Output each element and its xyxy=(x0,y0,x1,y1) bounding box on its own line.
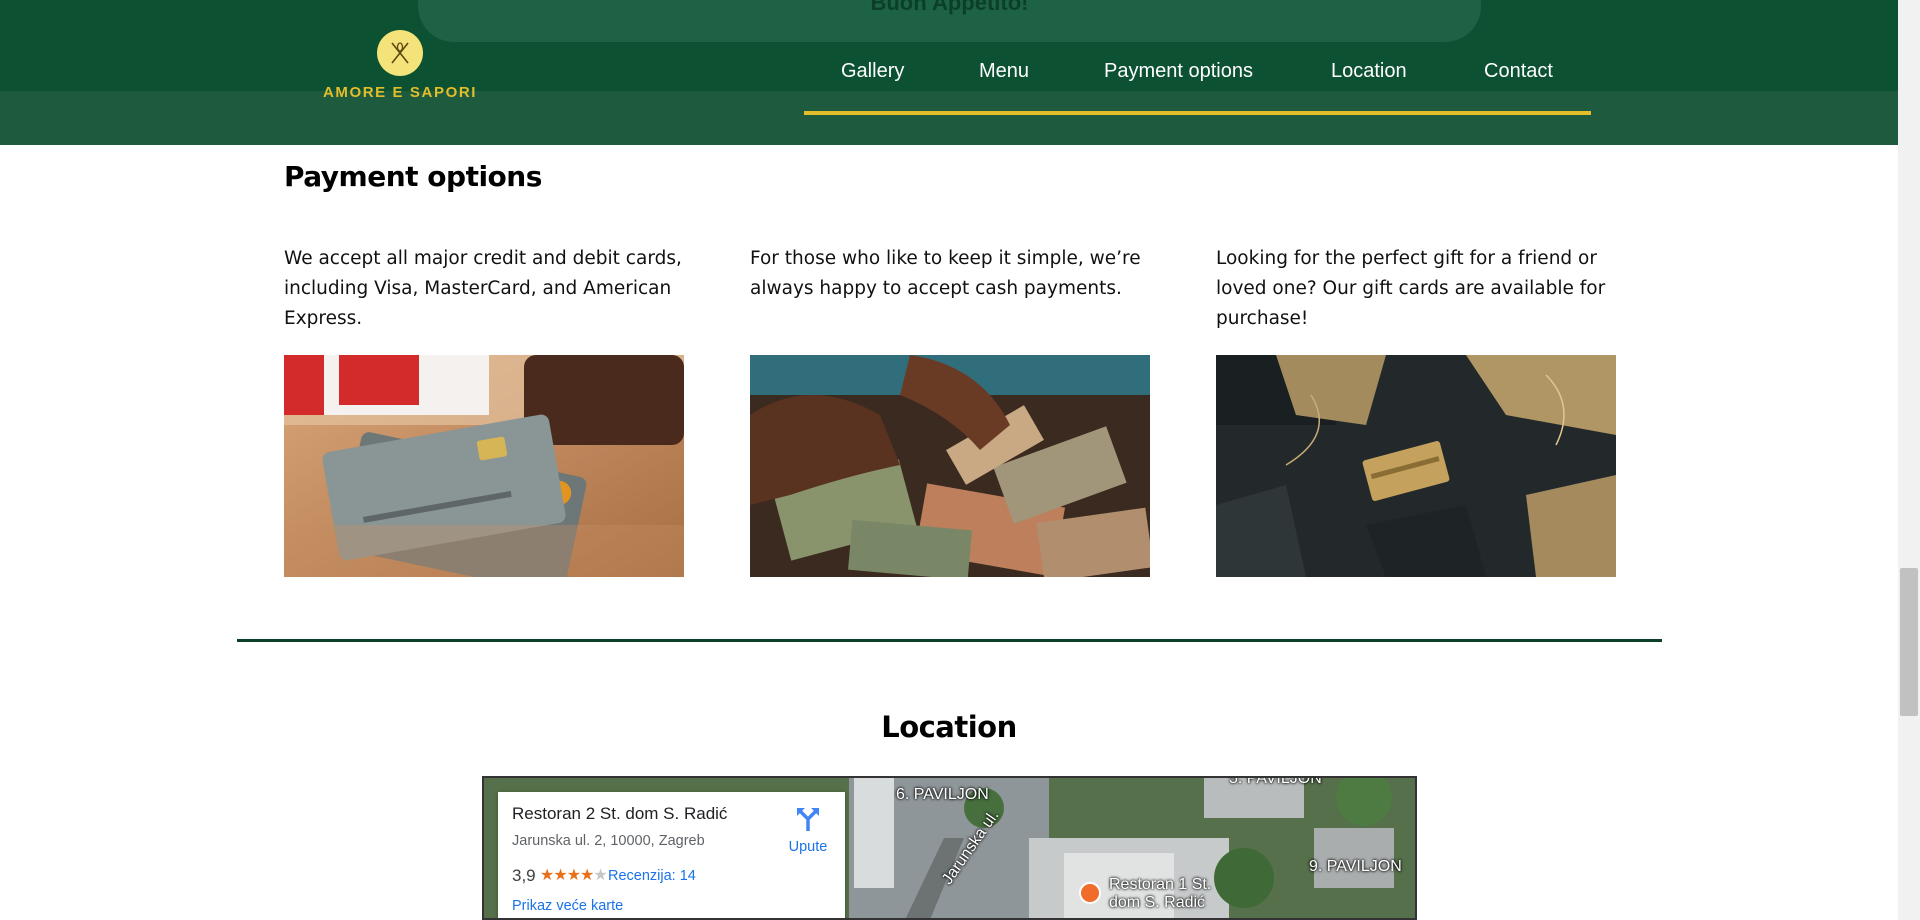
payment-option-cash: For those who like to keep it simple, we… xyxy=(750,244,1150,577)
section-divider xyxy=(237,639,1662,642)
nav-location[interactable]: Location xyxy=(1331,60,1407,83)
rating-stars-icon: ★★★★★ xyxy=(540,867,608,884)
payment-options-heading: Payment options xyxy=(284,160,542,193)
map-label-pavilion-5: 5. PAVILJON xyxy=(1229,776,1322,787)
map-label-restaurant-1-line2: dom S. Radić xyxy=(1109,894,1206,911)
view-larger-map-link[interactable]: Prikaz veće karte xyxy=(512,898,623,914)
nav-contact[interactable]: Contact xyxy=(1484,60,1553,83)
reviews-link[interactable]: Recenzija: 14 xyxy=(608,868,696,884)
location-heading: Location xyxy=(881,710,1017,744)
logo-text: AMORE E SAPORI xyxy=(322,84,478,101)
directions-label: Upute xyxy=(788,839,828,855)
payment-option-text: We accept all major credit and debit car… xyxy=(284,248,682,329)
payment-option-gift-cards: Looking for the perfect gift for a frien… xyxy=(1216,244,1616,577)
directions-icon xyxy=(797,808,819,831)
nav-menu[interactable]: Menu xyxy=(979,60,1029,83)
banner-text: Buon Appetito! xyxy=(870,0,1029,15)
payment-option-cards: We accept all major credit and debit car… xyxy=(284,244,684,577)
cutlery-icon xyxy=(377,30,423,76)
restaurant-pin-icon[interactable] xyxy=(1079,882,1101,904)
directions-button[interactable]: Upute xyxy=(778,806,838,855)
nav-payment-options[interactable]: Payment options xyxy=(1104,60,1253,83)
welcome-banner: Buon Appetito! xyxy=(418,0,1481,42)
place-name: Restoran 2 St. dom S. Radić xyxy=(512,804,728,823)
gift-cards-image xyxy=(1216,355,1616,577)
place-address: Jarunska ul. 2, 10000, Zagreb xyxy=(512,833,705,849)
site-header: Buon Appetito! AMORE E SAPORI Gallery Me… xyxy=(0,0,1898,145)
payment-option-text: Looking for the perfect gift for a frien… xyxy=(1216,248,1606,329)
scrollbar-thumb[interactable] xyxy=(1900,568,1918,716)
place-rating: 3,9 xyxy=(512,866,536,885)
page-scrollbar[interactable] xyxy=(1898,0,1920,920)
map-label-pavilion-6: 6. PAVILJON xyxy=(896,786,989,803)
embedded-map[interactable]: 6. PAVILJON 5. PAVILJON 9. PAVILJON Jaru… xyxy=(482,776,1417,920)
map-place-card: Restoran 2 St. dom S. Radić Jarunska ul.… xyxy=(498,792,845,918)
map-label-pavilion-9: 9. PAVILJON xyxy=(1309,858,1402,875)
site-logo[interactable]: AMORE E SAPORI xyxy=(320,30,480,110)
map-label-restaurant-1: Restoran 1 St. xyxy=(1109,876,1212,893)
main-nav: Gallery Menu Payment options Location Co… xyxy=(804,58,1591,115)
cash-image xyxy=(750,355,1150,577)
nav-gallery[interactable]: Gallery xyxy=(841,60,904,83)
credit-cards-image xyxy=(284,355,684,577)
payment-option-text: For those who like to keep it simple, we… xyxy=(750,248,1141,299)
